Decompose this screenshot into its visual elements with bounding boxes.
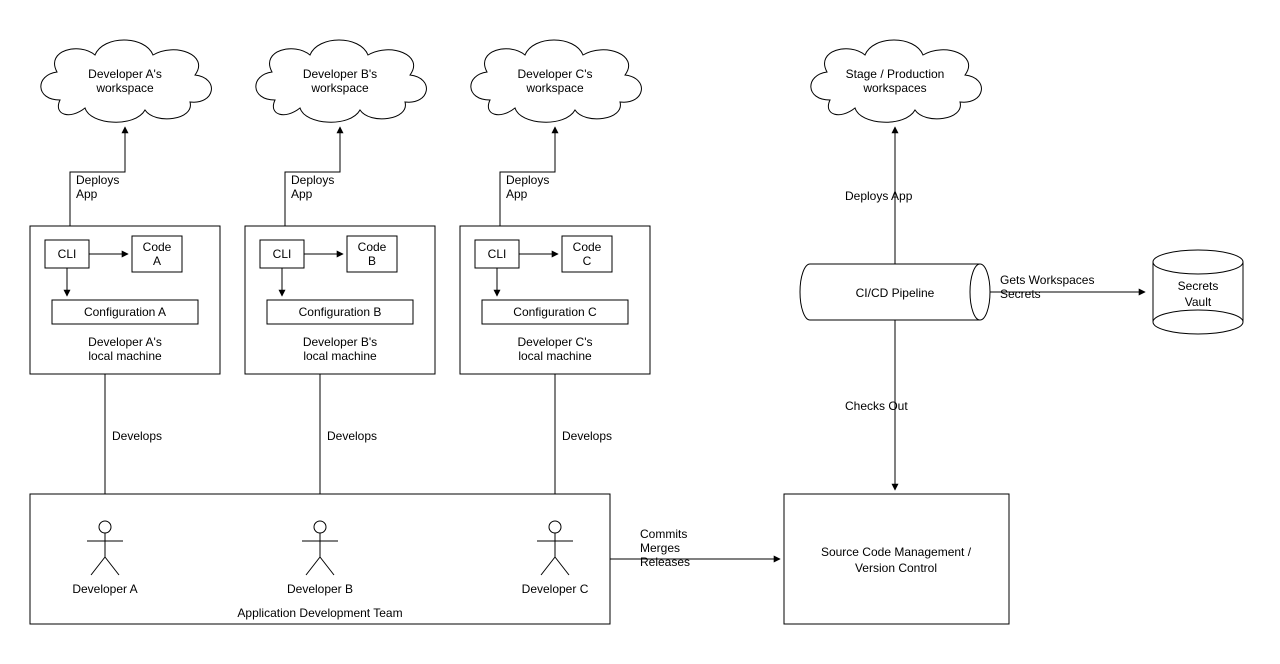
code-label: Code	[573, 240, 602, 254]
code-label: A	[153, 254, 161, 268]
edge-label: Gets Workspaces	[1000, 273, 1094, 287]
checks-out-edge: Checks Out	[845, 320, 908, 490]
edge-label: Develops	[562, 429, 612, 443]
actor-label: Developer B	[287, 582, 353, 596]
edge-label: Merges	[640, 541, 680, 555]
workspace-label: workspace	[95, 81, 154, 95]
pipeline-cylinder: CI/CD Pipeline	[800, 264, 990, 320]
vault-label: Vault	[1185, 295, 1212, 309]
edge-label: Deploys App	[845, 189, 913, 203]
workspace-label: Developer A's	[88, 67, 162, 81]
deploys-edge-a: Deploys App	[70, 127, 125, 226]
actor-label: Developer C	[522, 582, 589, 596]
edge-label: Commits	[640, 527, 687, 541]
edge-label: Deploys	[291, 173, 334, 187]
develops-edge-c: Develops	[555, 374, 612, 494]
diagram-canvas: Developer A's workspace Developer B's wo…	[0, 0, 1280, 664]
secrets-vault: Secrets Vault	[1153, 250, 1243, 334]
workspace-label: workspace	[525, 81, 584, 95]
code-label: Code	[358, 240, 387, 254]
code-label: C	[583, 254, 592, 268]
edge-label: Releases	[640, 555, 690, 569]
cli-label: CLI	[488, 247, 507, 261]
edge-label: Develops	[327, 429, 377, 443]
local-machine-b: CLI Code B Configuration B Developer B's…	[245, 226, 435, 374]
workspace-cloud-c: Developer C's workspace	[471, 40, 642, 122]
secrets-edge: Gets Workspaces Secrets	[990, 273, 1145, 301]
team-container: Application Development Team	[30, 494, 610, 624]
workspace-cloud-b: Developer B's workspace	[256, 40, 427, 122]
scm-label: Version Control	[855, 561, 937, 575]
local-machine-a: CLI Code A Configuration A Developer A's…	[30, 226, 220, 374]
workspace-label: Developer C's	[518, 67, 593, 81]
deploys-edge-b: Deploys App	[285, 127, 340, 226]
machine-label: Developer A's	[88, 335, 162, 349]
edge-label: App	[76, 187, 98, 201]
config-label: Configuration B	[299, 305, 382, 319]
machine-label: Developer B's	[303, 335, 377, 349]
deploys-edge-stage: Deploys App	[845, 127, 913, 264]
cli-label: CLI	[273, 247, 292, 261]
workspace-label: Developer B's	[303, 67, 377, 81]
workspace-label: workspace	[310, 81, 369, 95]
code-label: Code	[143, 240, 172, 254]
develops-edge-b: Develops	[320, 374, 377, 494]
edge-label: App	[506, 187, 528, 201]
machine-label: local machine	[88, 349, 162, 363]
deploys-edge-c: Deploys App	[500, 127, 555, 226]
develops-edge-a: Develops	[105, 374, 162, 494]
machine-label: local machine	[518, 349, 592, 363]
edge-label: Checks Out	[845, 399, 908, 413]
code-label: B	[368, 254, 376, 268]
workspace-cloud-stage: Stage / Production workspaces	[811, 40, 982, 122]
edge-label: Deploys	[76, 173, 119, 187]
workspace-label: Stage / Production	[846, 67, 945, 81]
machine-label: Developer C's	[518, 335, 593, 349]
scm-label: Source Code Management /	[821, 545, 972, 559]
scm-box: Source Code Management / Version Control	[784, 494, 1009, 624]
edge-label: Develops	[112, 429, 162, 443]
local-machine-c: CLI Code C Configuration C Developer C's…	[460, 226, 650, 374]
machine-label: local machine	[303, 349, 377, 363]
cli-label: CLI	[58, 247, 77, 261]
pipeline-label: CI/CD Pipeline	[856, 286, 935, 300]
edge-label: Secrets	[1000, 287, 1041, 301]
config-label: Configuration A	[84, 305, 166, 319]
edge-label: Deploys	[506, 173, 549, 187]
edge-label: App	[291, 187, 313, 201]
team-label: Application Development Team	[237, 606, 402, 620]
config-label: Configuration C	[513, 305, 597, 319]
actor-label: Developer A	[72, 582, 137, 596]
workspace-cloud-a: Developer A's workspace	[41, 40, 212, 122]
workspace-label: workspaces	[862, 81, 926, 95]
vault-label: Secrets	[1178, 279, 1219, 293]
commits-edge: Commits Merges Releases	[610, 527, 780, 569]
